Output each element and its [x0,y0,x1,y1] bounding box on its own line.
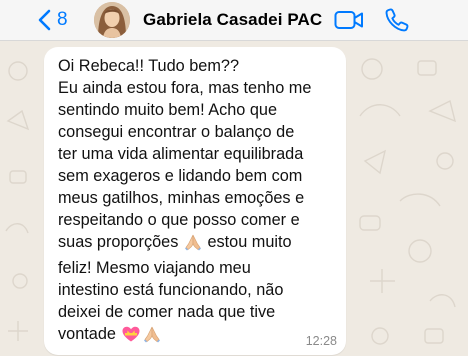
chat-area: Oi Rebeca!! Tudo bem?? Eu ainda estou fo… [0,41,468,356]
contact-name[interactable]: Gabriela Casadei PAC [143,10,322,30]
message-line: sem exageros e lidando bem com [58,167,303,185]
message-line: deixei de comer nada que tive [58,303,276,321]
message-line: Oi Rebeca!! Tudo bem?? [58,57,240,75]
avatar[interactable] [94,2,130,38]
message-line: consegui encontrar o balanço de [58,123,295,141]
incoming-message-bubble[interactable]: Oi Rebeca!! Tudo bem?? Eu ainda estou fo… [44,47,346,355]
chat-header: 8 Gabriela Casadei PAC [0,0,468,41]
message-line: intestino está funcionando, não [58,281,284,299]
phone-icon [385,8,409,32]
message-line: ter uma vida alimentar equilibrada [58,145,304,163]
message-line: vontade [58,325,116,343]
message-line: Eu ainda estou fora, mas tenho me [58,79,312,97]
back-button[interactable]: 8 [38,5,68,35]
video-call-button[interactable] [334,9,364,31]
folded-hands-emoji [143,325,161,349]
message-line: suas proporções [58,233,179,251]
folded-hands-emoji [184,233,202,257]
voice-call-button[interactable] [384,7,410,33]
message-line: estou muito [207,233,292,251]
message-line: meus gatilhos, minhas emoções e [58,189,305,207]
unread-count: 8 [57,9,68,30]
message-line: respeitando o que posso comer e [58,211,300,229]
message-line: sentindo muito bem! Acho que [58,101,278,119]
message-timestamp: 12:28 [305,334,337,348]
message-line: feliz! Mesmo viajando meu [58,259,251,277]
avatar-photo [94,2,130,38]
video-call-icon [334,11,363,29]
heart-with-ribbon-emoji [121,325,141,349]
chevron-left-icon [38,9,51,31]
message-text: Oi Rebeca!! Tudo bem?? Eu ainda estou fo… [58,55,346,349]
